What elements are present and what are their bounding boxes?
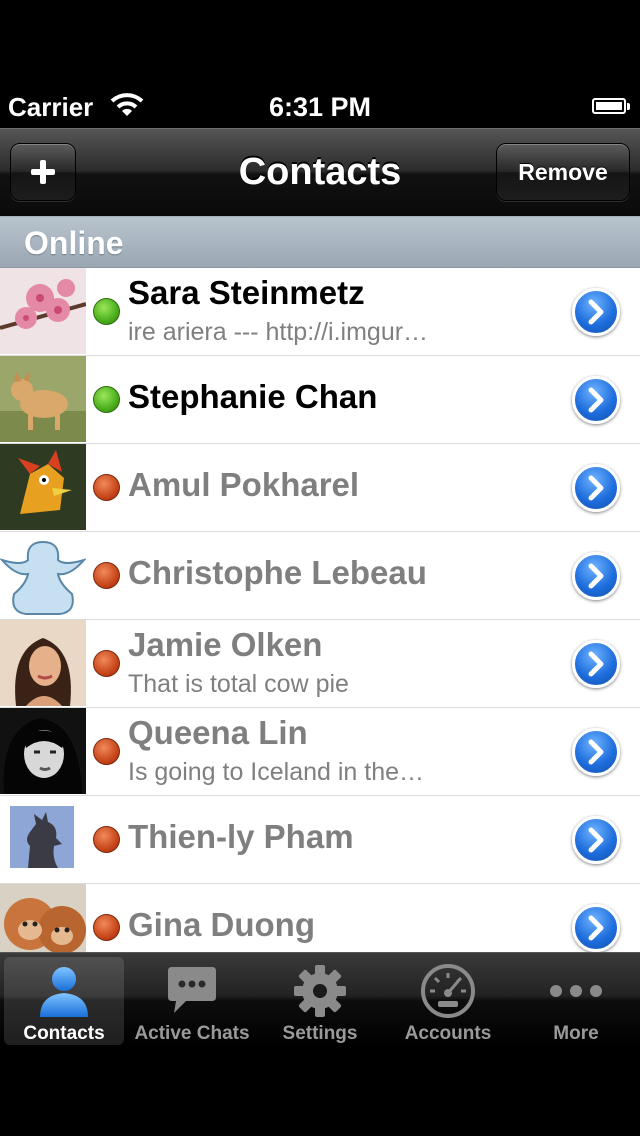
contact-name: Gina Duong	[128, 906, 315, 943]
tab-label: Active Chats	[134, 1023, 250, 1044]
avatar	[0, 444, 86, 530]
avatar	[0, 708, 86, 794]
detail-disclosure-button[interactable]	[572, 464, 620, 512]
contact-row[interactable]: Thien-ly Pham	[0, 796, 640, 884]
tab-active-chats[interactable]: Active Chats	[132, 957, 252, 1045]
avatar	[0, 532, 86, 618]
avatar	[0, 620, 86, 706]
speedometer-icon	[421, 964, 475, 1018]
gear-icon	[294, 965, 346, 1017]
chevron-right-icon	[588, 387, 604, 413]
presence-online-indicator	[93, 386, 120, 413]
contact-name: Christophe Lebeau	[128, 554, 427, 591]
tab-accounts[interactable]: Accounts	[388, 957, 508, 1045]
battery-icon	[592, 98, 630, 114]
contact-status-message: ire ariera --- http://i.imgur…	[128, 318, 429, 346]
contact-row[interactable]: Sara Steinmetz ire ariera --- http://i.i…	[0, 268, 640, 356]
contact-row[interactable]: Stephanie Chan	[0, 356, 640, 444]
status-bar: Carrier 6:31 PM	[0, 80, 640, 128]
tab-label: Settings	[282, 1023, 358, 1044]
person-icon	[40, 967, 88, 1017]
chevron-right-icon	[588, 915, 604, 941]
contact-name: Sara Steinmetz	[128, 274, 365, 311]
remove-button[interactable]: Remove	[496, 143, 630, 201]
detail-disclosure-button[interactable]	[572, 376, 620, 424]
tab-bar: Contacts Active Chats Settings Accounts …	[0, 952, 640, 1048]
presence-away-indicator	[93, 826, 120, 853]
avatar	[0, 268, 86, 354]
more-dots-icon	[550, 985, 602, 997]
chat-bubble-icon	[168, 967, 216, 1013]
navigation-bar: Contacts Remove	[0, 128, 640, 216]
detail-disclosure-button[interactable]	[572, 904, 620, 952]
tab-label: More	[553, 1023, 599, 1044]
contact-row[interactable]: Amul Pokharel	[0, 444, 640, 532]
contact-name: Jamie Olken	[128, 626, 323, 663]
presence-away-indicator	[93, 650, 120, 677]
chevron-right-icon	[588, 563, 604, 589]
contact-row[interactable]: Jamie Olken That is total cow pie	[0, 620, 640, 708]
contact-name: Amul Pokharel	[128, 466, 360, 503]
contact-status-message: That is total cow pie	[128, 670, 349, 698]
detail-disclosure-button[interactable]	[572, 552, 620, 600]
detail-disclosure-button[interactable]	[572, 288, 620, 336]
presence-away-indicator	[93, 914, 120, 941]
avatar	[0, 884, 86, 952]
chevron-right-icon	[588, 299, 604, 325]
contact-row[interactable]: Christophe Lebeau	[0, 532, 640, 620]
contact-list[interactable]: Sara Steinmetz ire ariera --- http://i.i…	[0, 268, 640, 952]
contact-name: Stephanie Chan	[128, 378, 378, 415]
chevron-right-icon	[588, 739, 604, 765]
avatar	[0, 356, 86, 442]
section-title: Online	[24, 225, 124, 261]
presence-away-indicator	[93, 474, 120, 501]
detail-disclosure-button[interactable]	[572, 816, 620, 864]
tab-label: Contacts	[23, 1023, 105, 1044]
avatar	[0, 796, 86, 882]
tab-contacts[interactable]: Contacts	[4, 957, 124, 1045]
section-header-online: Online	[0, 216, 640, 268]
contact-row[interactable]: Queena Lin Is going to Iceland in the…	[0, 708, 640, 796]
chevron-right-icon	[588, 827, 604, 853]
tab-more[interactable]: More	[516, 957, 636, 1045]
detail-disclosure-button[interactable]	[572, 640, 620, 688]
chevron-right-icon	[588, 475, 604, 501]
tab-settings[interactable]: Settings	[260, 957, 380, 1045]
contact-row[interactable]: Gina Duong	[0, 884, 640, 952]
presence-away-indicator	[93, 562, 120, 589]
chevron-right-icon	[588, 651, 604, 677]
contact-status-message: Is going to Iceland in the…	[128, 758, 425, 786]
tab-label: Accounts	[404, 1023, 492, 1044]
clock: 6:31 PM	[268, 92, 372, 122]
contact-name: Thien-ly Pham	[128, 818, 354, 855]
contact-name: Queena Lin	[128, 714, 308, 751]
presence-online-indicator	[93, 298, 120, 325]
detail-disclosure-button[interactable]	[572, 728, 620, 776]
presence-away-indicator	[93, 738, 120, 765]
